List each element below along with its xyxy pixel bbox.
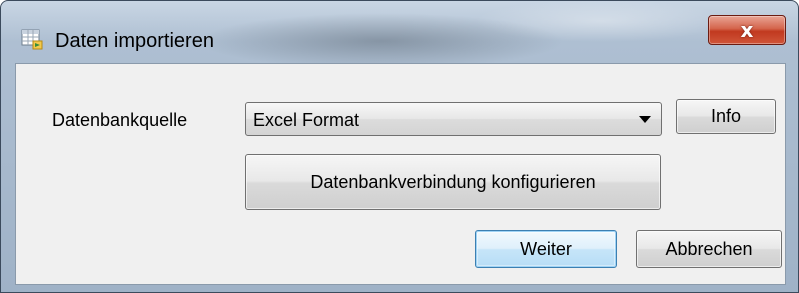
title-bar[interactable]: Daten importieren x (1, 1, 798, 63)
close-icon: x (740, 18, 754, 42)
window-title: Daten importieren (55, 30, 214, 52)
dialog-window: Daten importieren x Datenbankquelle Exce… (0, 0, 799, 293)
source-dropdown[interactable]: Excel Format (245, 102, 662, 136)
source-dropdown-value: Excel Format (253, 110, 360, 130)
source-label: Datenbankquelle (52, 110, 188, 130)
cancel-button[interactable]: Abbrechen (636, 230, 782, 268)
close-button[interactable]: x (708, 15, 786, 45)
table-import-icon (21, 28, 43, 50)
chevron-down-icon (639, 116, 651, 123)
info-button[interactable]: Info (676, 99, 776, 134)
dialog-content: Datenbankquelle Excel Format Info Datenb… (15, 63, 786, 285)
configure-connection-button[interactable]: Datenbankverbindung konfigurieren (245, 154, 661, 210)
next-button[interactable]: Weiter (475, 230, 617, 268)
